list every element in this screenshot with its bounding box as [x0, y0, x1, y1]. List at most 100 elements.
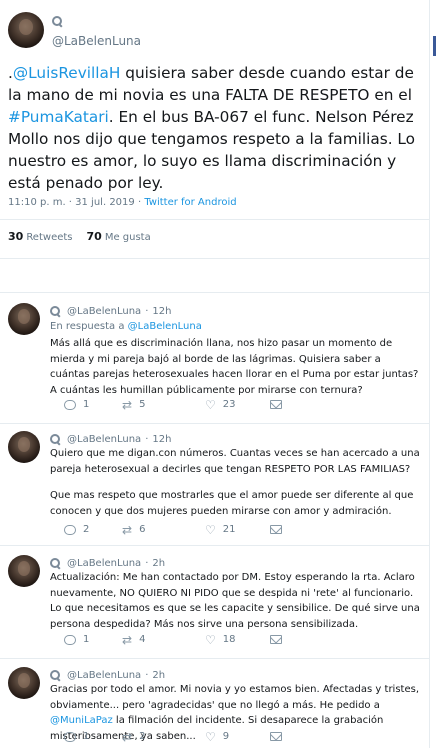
reply-action[interactable]: 1 [64, 399, 122, 410]
like-icon: ♡ [205, 632, 216, 647]
divider [0, 219, 430, 220]
timestamp[interactable]: 11:10 p. m. · 31 jul. 2019 · [8, 197, 144, 208]
dot-separator: · [145, 670, 149, 681]
reply-text: Actualización: Me han contactado por DM.… [50, 572, 420, 630]
scroll-marker [433, 36, 436, 56]
main-tweet-header: @LaBelenLuna [8, 12, 408, 52]
like-action[interactable]: ♡ 21 [205, 522, 270, 537]
dot-separator: · [145, 558, 149, 569]
reply-tweet[interactable]: @LaBelenLuna · 12h En respuesta a @LaBel… [0, 303, 430, 423]
main-tweet-text: .@LuisRevillaH quisiera saber desde cuan… [8, 62, 426, 194]
avatar[interactable] [8, 303, 40, 335]
dot-separator: · [145, 434, 149, 445]
message-action[interactable] [270, 635, 282, 644]
avatar[interactable] [8, 431, 40, 463]
reply-tweet[interactable]: @LaBelenLuna · 2h Gracias por todo el am… [0, 667, 430, 748]
reply-action[interactable]: 2 [64, 524, 122, 535]
retweet-action[interactable]: ⇄ 6 [122, 522, 205, 537]
retweet-action[interactable]: ⇄ 2 [122, 731, 205, 743]
likes-stat[interactable]: 70 Me gusta [87, 230, 151, 243]
like-count: 21 [222, 524, 236, 535]
reply-time[interactable]: 2h [152, 670, 165, 681]
mention-link[interactable]: @MuniLaPaz [50, 715, 113, 726]
like-count: 18 [222, 634, 236, 645]
reply-handle[interactable]: @LaBelenLuna [67, 670, 141, 681]
magnifier-icon [50, 306, 61, 317]
reply-tweet[interactable]: @LaBelenLuna · 2h Actualización: Me han … [0, 555, 430, 655]
message-icon [270, 635, 282, 644]
retweet-count: 6 [139, 524, 146, 535]
retweet-count: 4 [139, 634, 146, 645]
reply-text: Más allá que es discriminación llana, no… [50, 338, 419, 396]
likes-count: 70 [86, 230, 102, 243]
message-icon [270, 400, 282, 409]
reply-count: 2 [83, 524, 90, 535]
message-action[interactable] [270, 732, 282, 741]
retweet-count: 2 [139, 731, 146, 742]
reply-handle[interactable]: @LaBelenLuna [67, 558, 141, 569]
tweet-detail-column: @LaBelenLuna .@LuisRevillaH quisiera sab… [0, 0, 430, 748]
message-icon [270, 525, 282, 534]
message-icon [270, 732, 282, 741]
reply-actions: 1 ⇄ 4 ♡ 18 [64, 632, 282, 647]
reply-tweet[interactable]: @LaBelenLuna · 12h Quiero que me digan.c… [0, 431, 430, 543]
reply-header: @LaBelenLuna · 12h [50, 306, 171, 317]
magnifier-icon [50, 558, 61, 569]
dot-separator: · [145, 306, 149, 317]
mention-link[interactable]: @LuisRevillaH [13, 64, 121, 82]
message-action[interactable] [270, 525, 282, 534]
text-segment: Gracias por todo el amor. Mi novia y yo … [50, 684, 420, 711]
reply-count: 1 [83, 399, 90, 410]
main-tweet-handle[interactable]: @LaBelenLuna [52, 34, 141, 48]
retweet-icon: ⇄ [122, 397, 133, 412]
reply-header: @LaBelenLuna · 12h [50, 434, 171, 445]
magnifier-icon [50, 434, 61, 445]
reply-icon [64, 399, 76, 410]
main-tweet-stats: 30 Retweets 70 Me gusta [8, 230, 151, 243]
reply-count: 1 [83, 731, 90, 742]
reply-actions: 1 ⇄ 2 ♡ 9 [64, 729, 282, 744]
like-icon: ♡ [205, 397, 216, 412]
retweets-stat[interactable]: 30 Retweets [8, 230, 73, 243]
avatar[interactable] [8, 555, 40, 587]
in-reply-prefix: En respuesta a [50, 321, 128, 332]
reply-actions: 2 ⇄ 6 ♡ 21 [64, 522, 282, 537]
divider [0, 258, 430, 259]
likes-label: Me gusta [104, 232, 151, 243]
reply-action[interactable]: 1 [64, 634, 122, 645]
main-tweet-meta: 11:10 p. m. · 31 jul. 2019 · Twitter for… [8, 197, 237, 208]
in-reply-handle[interactable]: @LaBelenLuna [128, 321, 202, 332]
reply-icon [64, 524, 76, 535]
like-action[interactable]: ♡ 23 [205, 397, 270, 412]
reply-handle[interactable]: @LaBelenLuna [67, 306, 141, 317]
avatar[interactable] [8, 12, 44, 48]
reply-time[interactable]: 12h [152, 306, 171, 317]
reply-icon [64, 634, 76, 645]
reply-action[interactable]: 1 [64, 731, 122, 742]
reply-time[interactable]: 12h [152, 434, 171, 445]
magnifier-icon [52, 16, 63, 27]
retweet-count: 5 [139, 399, 146, 410]
retweet-action[interactable]: ⇄ 5 [122, 397, 205, 412]
source-link[interactable]: Twitter for Android [144, 197, 236, 208]
reply-header: @LaBelenLuna · 2h [50, 558, 165, 569]
like-action[interactable]: ♡ 9 [205, 729, 270, 744]
magnifier-icon [50, 670, 61, 681]
retweet-icon: ⇄ [122, 522, 133, 537]
in-reply-to: En respuesta a @LaBelenLuna [50, 321, 202, 332]
retweet-action[interactable]: ⇄ 4 [122, 632, 205, 647]
like-icon: ♡ [205, 522, 216, 537]
reply-handle[interactable]: @LaBelenLuna [67, 434, 141, 445]
retweet-icon: ⇄ [122, 632, 133, 647]
avatar[interactable] [8, 667, 40, 699]
hashtag-link[interactable]: #PumaKatari [8, 108, 109, 126]
reply-header: @LaBelenLuna · 2h [50, 670, 165, 681]
message-action[interactable] [270, 400, 282, 409]
like-icon: ♡ [205, 729, 216, 744]
divider [0, 292, 430, 293]
like-count: 23 [222, 399, 236, 410]
scroll-edge [433, 0, 437, 748]
divider [0, 545, 430, 546]
like-action[interactable]: ♡ 18 [205, 632, 270, 647]
reply-time[interactable]: 2h [152, 558, 165, 569]
